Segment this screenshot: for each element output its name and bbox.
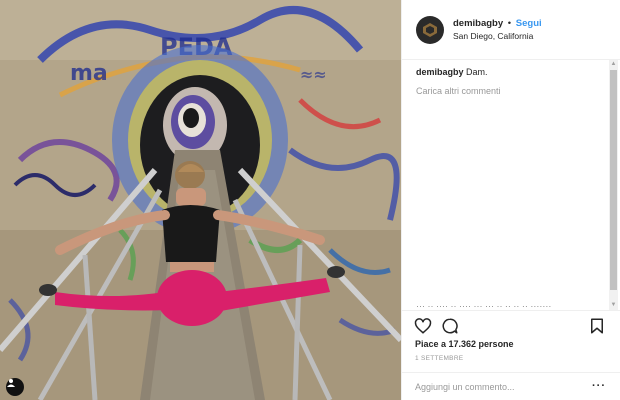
separator-dot: • bbox=[507, 17, 512, 29]
photo-illustration: ma PEDA ≈≈ bbox=[0, 0, 401, 400]
avatar[interactable] bbox=[416, 15, 444, 44]
post-photo[interactable]: ma PEDA ≈≈ bbox=[0, 0, 401, 400]
scroll-up-icon[interactable]: ▲ bbox=[609, 60, 618, 69]
heart-glyph bbox=[414, 318, 432, 334]
avatar-logo-icon bbox=[423, 22, 437, 37]
comments-section: demibagby Dam. Carica altri commenti bbox=[416, 66, 606, 97]
post-header: demibagby • Segui San Diego, California bbox=[402, 0, 620, 60]
comments-scrollbar[interactable]: ▲ ▼ bbox=[609, 60, 618, 310]
bookmark-glyph bbox=[591, 318, 603, 334]
heart-icon[interactable] bbox=[414, 317, 432, 335]
location-link[interactable]: San Diego, California bbox=[453, 30, 542, 43]
post-date: 1 SETTEMBRE bbox=[415, 355, 464, 362]
scroll-down-icon[interactable]: ▼ bbox=[609, 301, 618, 310]
comment-input[interactable] bbox=[415, 381, 580, 392]
svg-text:≈≈: ≈≈ bbox=[300, 65, 327, 84]
caption-text: Dam. bbox=[466, 67, 488, 77]
more-options-icon[interactable]: ··· bbox=[592, 381, 606, 392]
caption-username[interactable]: demibagby bbox=[416, 67, 464, 77]
add-comment-bar: ··· bbox=[401, 372, 620, 400]
header-text: demibagby • Segui San Diego, California bbox=[453, 17, 542, 43]
comment-bubble-icon[interactable] bbox=[441, 317, 459, 335]
user-tag-glyph bbox=[7, 379, 15, 387]
user-tag-icon[interactable] bbox=[6, 378, 24, 396]
partially-visible-comment: ··· ·· ···· ·· ···· ··· ··· ·· ·· ·· ·· … bbox=[416, 302, 552, 310]
header-top-line: demibagby • Segui bbox=[453, 17, 542, 30]
username-link[interactable]: demibagby bbox=[453, 18, 503, 29]
comment-glyph bbox=[442, 318, 458, 334]
follow-button[interactable]: Segui bbox=[516, 18, 542, 29]
post-actions: Piace a 17.362 persone 1 SETTEMBRE bbox=[401, 310, 620, 375]
load-more-comments-button[interactable]: Carica altri commenti bbox=[416, 85, 606, 97]
likes-count[interactable]: Piace a 17.362 persone bbox=[415, 339, 514, 349]
scroll-thumb[interactable] bbox=[610, 70, 617, 290]
caption: demibagby Dam. bbox=[416, 66, 606, 78]
svg-text:ma: ma bbox=[70, 61, 108, 86]
bookmark-icon[interactable] bbox=[588, 317, 606, 335]
